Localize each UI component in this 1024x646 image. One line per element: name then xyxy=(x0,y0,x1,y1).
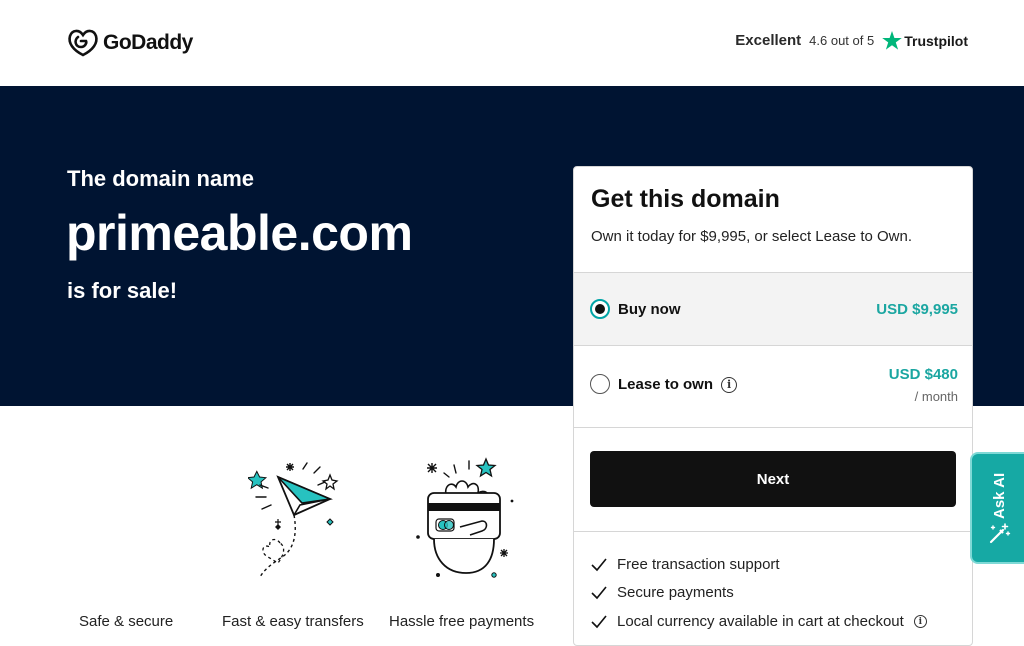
trustpilot-score: 4.6 out of 5 xyxy=(809,33,875,48)
card-features-list: Free transaction support Secure payments… xyxy=(574,531,972,630)
trustpilot-brand: Trustpilot xyxy=(882,31,968,50)
get-domain-card: Get this domain Own it today for $9,995,… xyxy=(573,166,973,646)
trustpilot-brand-text: Trustpilot xyxy=(904,32,968,49)
lease-to-own-label: Lease to own xyxy=(618,376,714,393)
feature-fast-transfers: Fast & easy transfers xyxy=(222,613,364,630)
check-icon xyxy=(591,557,607,571)
hero-pretitle: The domain name xyxy=(67,166,255,191)
feature-item: Secure payments xyxy=(591,584,734,601)
card-title: Get this domain xyxy=(591,185,780,213)
buy-now-radio[interactable] xyxy=(590,299,610,319)
magic-wand-icon xyxy=(989,523,1011,544)
check-icon xyxy=(591,614,607,628)
option-lease-to-own[interactable]: Lease to own i USD $480 / month xyxy=(574,345,972,427)
check-icon xyxy=(591,585,607,599)
feature-text: Free transaction support xyxy=(617,556,780,573)
buy-now-label: Buy now xyxy=(618,301,681,318)
feature-text: Secure payments xyxy=(617,584,734,601)
info-icon[interactable]: i xyxy=(913,615,927,628)
ask-ai-label: Ask AI xyxy=(991,472,1008,520)
hero-domain-name: primeable.com xyxy=(66,205,413,261)
card-payment-illustration xyxy=(416,457,514,578)
godaddy-logo-icon xyxy=(68,29,98,57)
logo-text: GoDaddy xyxy=(103,31,193,54)
ask-ai-button[interactable]: Ask AI xyxy=(970,452,1024,564)
trustpilot-star-icon xyxy=(882,31,903,50)
feature-item: Free transaction support xyxy=(591,556,780,573)
feature-hassle-free-payments: Hassle free payments xyxy=(389,613,535,630)
lease-to-own-radio[interactable] xyxy=(590,374,610,394)
next-button[interactable]: Next xyxy=(590,451,956,507)
paper-plane-illustration xyxy=(248,462,339,578)
godaddy-logo[interactable]: GoDaddy xyxy=(67,28,193,58)
lease-to-own-period: / month xyxy=(914,389,958,404)
info-icon[interactable]: i xyxy=(721,376,738,393)
hero-posttitle: is for sale! xyxy=(67,278,178,303)
feature-item: Local currency available in cart at chec… xyxy=(591,613,927,630)
buy-now-price: USD $9,995 xyxy=(876,301,958,318)
site-header: GoDaddy Excellent 4.6 out of 5 Trustpilo… xyxy=(0,0,1024,86)
trustpilot-rating-word: Excellent xyxy=(735,32,802,49)
lease-to-own-price: USD $480 xyxy=(888,366,958,383)
option-buy-now[interactable]: Buy now USD $9,995 xyxy=(574,272,972,345)
trustpilot-rating[interactable]: Excellent 4.6 out of 5 Trustpilot xyxy=(735,31,968,50)
card-subtitle: Own it today for $9,995, or select Lease… xyxy=(591,228,913,245)
feature-safe-secure: Safe & secure xyxy=(79,613,174,630)
feature-text: Local currency available in cart at chec… xyxy=(617,613,904,630)
lease-to-own-label-group: Lease to own i xyxy=(618,376,738,393)
next-section: Next xyxy=(574,427,972,531)
